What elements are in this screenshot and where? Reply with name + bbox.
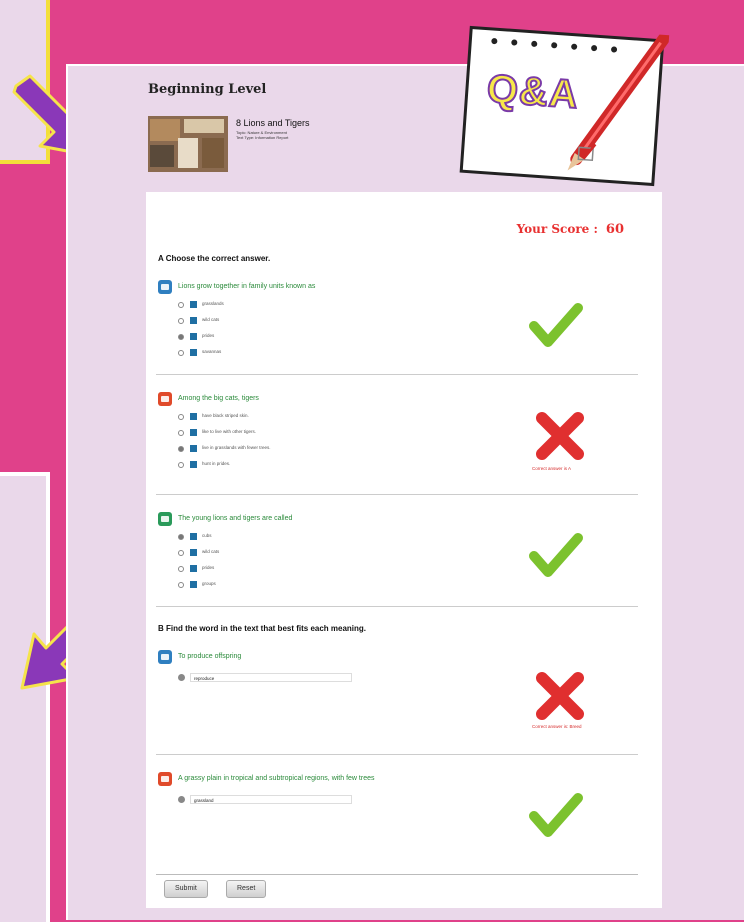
score-value: 60 (605, 222, 624, 237)
question-3-text: The young lions and tigers are called (178, 515, 293, 522)
audio-speaker-icon[interactable] (158, 392, 172, 406)
checkbox-icon (190, 565, 197, 572)
checkbox-icon (190, 317, 197, 324)
audio-speaker-icon[interactable] (158, 772, 172, 786)
fill-question-1-input[interactable]: reproduce (190, 673, 352, 682)
checkbox-icon (190, 581, 197, 588)
qa-label: Q&A (484, 66, 581, 118)
checkbox-icon (190, 349, 197, 356)
question-2-text: Among the big cats, tigers (178, 395, 259, 402)
section-b-title: B Find the word in the text that best fi… (158, 624, 367, 633)
book-meta: Topic: Nature & Environment Text Type: I… (236, 130, 289, 140)
checkbox-icon (190, 333, 197, 340)
fill-question-1-text: To produce offspring (178, 653, 242, 660)
score-label: Your Score : (516, 222, 598, 236)
question-1-text: Lions grow together in family units know… (178, 283, 316, 290)
divider (156, 494, 638, 495)
qa-badge: Q&A (455, 21, 672, 191)
fill-question-1-feedback: Correct answer is: Breed (532, 724, 582, 729)
divider (156, 606, 638, 607)
divider (156, 374, 638, 375)
cross-icon (536, 672, 584, 720)
audio-speaker-icon[interactable] (158, 280, 172, 294)
checkbox-icon (190, 533, 197, 540)
book-thumbnail (148, 116, 228, 172)
checkmark-icon (529, 533, 583, 577)
score-display: Your Score : 60 (517, 222, 624, 237)
cross-icon (536, 412, 584, 460)
audio-speaker-icon[interactable] (158, 650, 172, 664)
checkbox-icon (190, 445, 197, 452)
left-decor-panel-bottom (0, 472, 50, 922)
divider (156, 874, 638, 875)
section-a-title: A Choose the correct answer. (158, 254, 271, 263)
checkbox-icon (190, 461, 197, 468)
level-title: Beginning Level (148, 82, 267, 97)
checkbox-icon (190, 549, 197, 556)
checkmark-icon (529, 793, 583, 837)
radio-icon (178, 796, 185, 803)
checkmark-icon (529, 303, 583, 347)
book-title: 8 Lions and Tigers (236, 118, 310, 128)
checkbox-icon (190, 413, 197, 420)
checkbox-icon (190, 301, 197, 308)
audio-speaker-icon[interactable] (158, 512, 172, 526)
radio-icon (178, 674, 185, 681)
divider (156, 754, 638, 755)
fill-question-2-text: A grassy plain in tropical and subtropic… (178, 775, 375, 782)
checkbox-icon (190, 429, 197, 436)
reset-button[interactable]: Reset (226, 880, 267, 898)
quiz-panel: Your Score : 60 A Choose the correct answ… (146, 192, 662, 908)
question-2-feedback: Correct answer is A (532, 466, 572, 471)
fill-question-2-input[interactable]: grassland (190, 795, 352, 804)
submit-button[interactable]: Submit (164, 880, 208, 898)
